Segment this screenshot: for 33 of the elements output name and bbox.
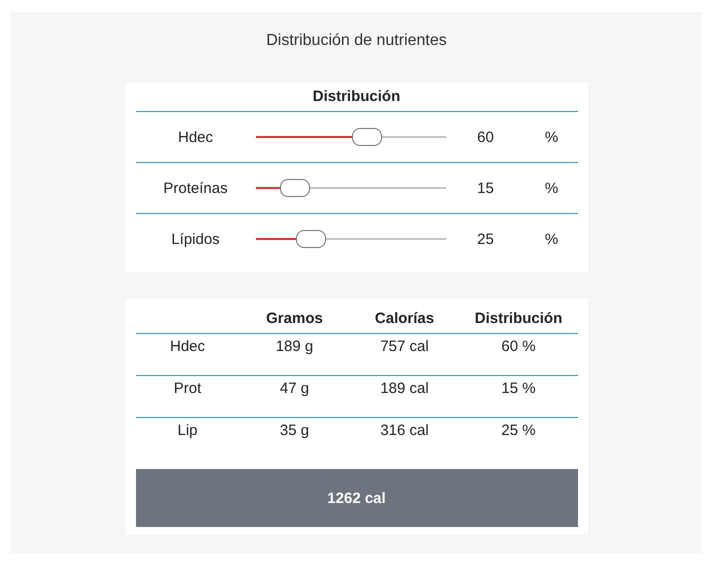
column-header: Calorías bbox=[350, 304, 460, 334]
column-header: Gramos bbox=[240, 304, 350, 334]
nutrient-label: Lípidos bbox=[170, 230, 221, 248]
table-cell: 757 cal bbox=[350, 334, 460, 376]
percent-value: 60 bbox=[476, 128, 495, 146]
percent-value: 15 bbox=[476, 180, 495, 196]
table-cell: Lip bbox=[136, 418, 240, 459]
table-cell: 47 g bbox=[240, 376, 350, 418]
slider[interactable] bbox=[256, 179, 446, 197]
table-cell: 60 % bbox=[460, 334, 578, 376]
table-cell: Hdec bbox=[136, 334, 240, 376]
slider[interactable] bbox=[256, 128, 446, 146]
slider-thumb[interactable] bbox=[352, 128, 382, 146]
table-cell: Prot bbox=[136, 376, 240, 418]
nutrient-label: Hdec bbox=[176, 128, 214, 146]
slider-thumb[interactable] bbox=[280, 179, 310, 197]
nutrient-label: Proteínas bbox=[162, 180, 229, 196]
percent-unit: % bbox=[544, 180, 560, 196]
column-header: Distribución bbox=[460, 304, 578, 334]
percent-unit: % bbox=[544, 128, 560, 146]
distribution-heading: Distribución bbox=[136, 88, 578, 112]
table-cell: 316 cal bbox=[350, 418, 460, 459]
table-cell: 35 g bbox=[240, 418, 350, 459]
table-cell: 25 % bbox=[460, 418, 578, 459]
percent-value: 25 bbox=[476, 230, 495, 248]
percent-unit: % bbox=[544, 230, 560, 248]
table-cell: 189 g bbox=[240, 334, 350, 376]
total-calories: 1262 cal bbox=[136, 469, 578, 527]
table-cell: 189 cal bbox=[350, 376, 460, 418]
slider-thumb[interactable] bbox=[296, 230, 326, 248]
table-cell: 15 % bbox=[460, 376, 578, 418]
page-title: Distribución de nutrientes bbox=[266, 32, 447, 50]
slider[interactable] bbox=[256, 230, 446, 248]
